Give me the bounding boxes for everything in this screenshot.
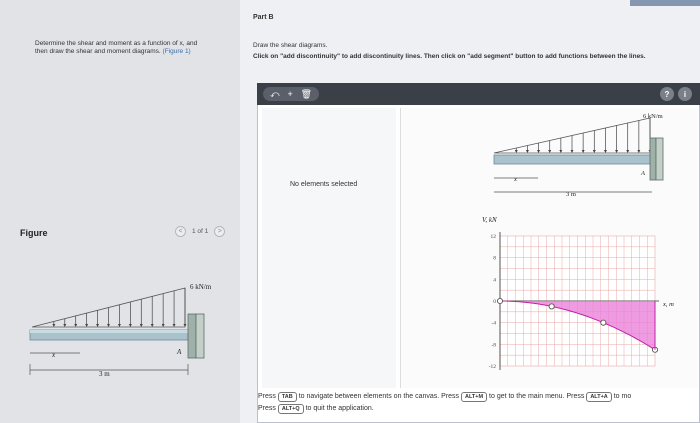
load-arrow-head bbox=[52, 324, 56, 327]
canvas-beam-diagram: 6 kN/m A x 3 m bbox=[493, 113, 664, 198]
canvas-beam bbox=[493, 154, 653, 165]
load-arrow-head bbox=[548, 150, 552, 153]
load-arrow-head bbox=[107, 324, 110, 327]
key-alt-m: ALT+M bbox=[461, 392, 488, 402]
chart-y-ticks: 12 8 4 0 -4 -8 -12 bbox=[489, 234, 497, 370]
chart-y-tick: -4 bbox=[491, 321, 496, 327]
load-arrow-head bbox=[183, 324, 187, 327]
load-arrow-head bbox=[128, 324, 132, 327]
load-arrow-head bbox=[559, 150, 563, 153]
help-line-2: Press ALT+Q to quit the application. bbox=[258, 404, 374, 414]
shear-point[interactable] bbox=[496, 297, 504, 305]
canvas-length-label: 3 m bbox=[566, 191, 576, 198]
load-arrow-head bbox=[514, 150, 518, 153]
load-arrow-head bbox=[525, 150, 529, 153]
figure-beam-diagram: 6 kN/m A x 3 m bbox=[29, 283, 212, 378]
load-arrow-head bbox=[96, 324, 100, 327]
help-line-1: Press TAB to navigate between elements o… bbox=[258, 392, 632, 402]
figure-load-label: 6 kN/m bbox=[190, 283, 212, 291]
chart-y-tick: -12 bbox=[489, 364, 497, 370]
figure-beam-highlight bbox=[30, 330, 188, 333]
load-arrow-head bbox=[172, 324, 176, 327]
key-alt-q: ALT+Q bbox=[277, 404, 304, 414]
shear-chart[interactable]: V, kN x, m 12 8 4 0 -4 -8 -12 bbox=[482, 216, 674, 370]
chart-y-tick: -8 bbox=[491, 342, 496, 348]
figure-x-label: x bbox=[51, 351, 56, 359]
load-arrow-head bbox=[537, 150, 541, 153]
load-arrow-head bbox=[150, 324, 154, 327]
chart-y-tick: 0 bbox=[493, 299, 496, 305]
load-arrow-head bbox=[637, 150, 641, 153]
canvas-x-label: x bbox=[513, 176, 517, 183]
figure-support-label: A bbox=[176, 348, 182, 356]
canvas-load-label: 6 kN/m bbox=[643, 113, 663, 120]
load-arrow-head bbox=[117, 324, 121, 327]
load-arrow-head bbox=[581, 150, 585, 153]
load-arrow-head bbox=[139, 324, 143, 327]
drawings-svg: 6 kN/m A x 3 m 6 kN/m A x 3 m V, kN x, m… bbox=[29, 113, 674, 378]
load-arrow-head bbox=[63, 324, 67, 327]
chart-y-tick: 12 bbox=[491, 234, 497, 240]
chart-y-axis-label: V, kN bbox=[482, 216, 497, 224]
figure-wall-2 bbox=[195, 313, 205, 359]
canvas-load-arrows bbox=[514, 118, 652, 153]
canvas-wall-2 bbox=[655, 137, 664, 181]
figure-length-label: 3 m bbox=[99, 370, 110, 378]
keyboard-help: Press TAB to navigate between elements o… bbox=[258, 391, 700, 415]
chart-y-tick: 8 bbox=[493, 256, 496, 262]
load-arrow-head bbox=[570, 150, 574, 153]
figure-wall bbox=[187, 313, 197, 359]
shear-point[interactable] bbox=[600, 319, 607, 326]
load-arrow-head bbox=[85, 324, 89, 327]
load-arrow-head bbox=[615, 150, 619, 153]
load-arrow-head bbox=[74, 324, 78, 327]
canvas-support-label: A bbox=[640, 170, 645, 177]
load-arrow-head bbox=[592, 150, 596, 153]
load-arrow-head bbox=[161, 324, 165, 327]
shear-point[interactable] bbox=[548, 303, 555, 310]
key-tab: TAB bbox=[277, 392, 297, 402]
chart-x-axis-label: x, m bbox=[662, 301, 674, 308]
key-alt-a: ALT+A bbox=[586, 392, 612, 402]
chart-y-tick: 4 bbox=[493, 277, 496, 283]
figure-load-arrows bbox=[52, 288, 187, 327]
load-arrow-head bbox=[626, 150, 630, 153]
load-arrow-head bbox=[603, 150, 607, 153]
canvas-wall bbox=[649, 137, 657, 181]
